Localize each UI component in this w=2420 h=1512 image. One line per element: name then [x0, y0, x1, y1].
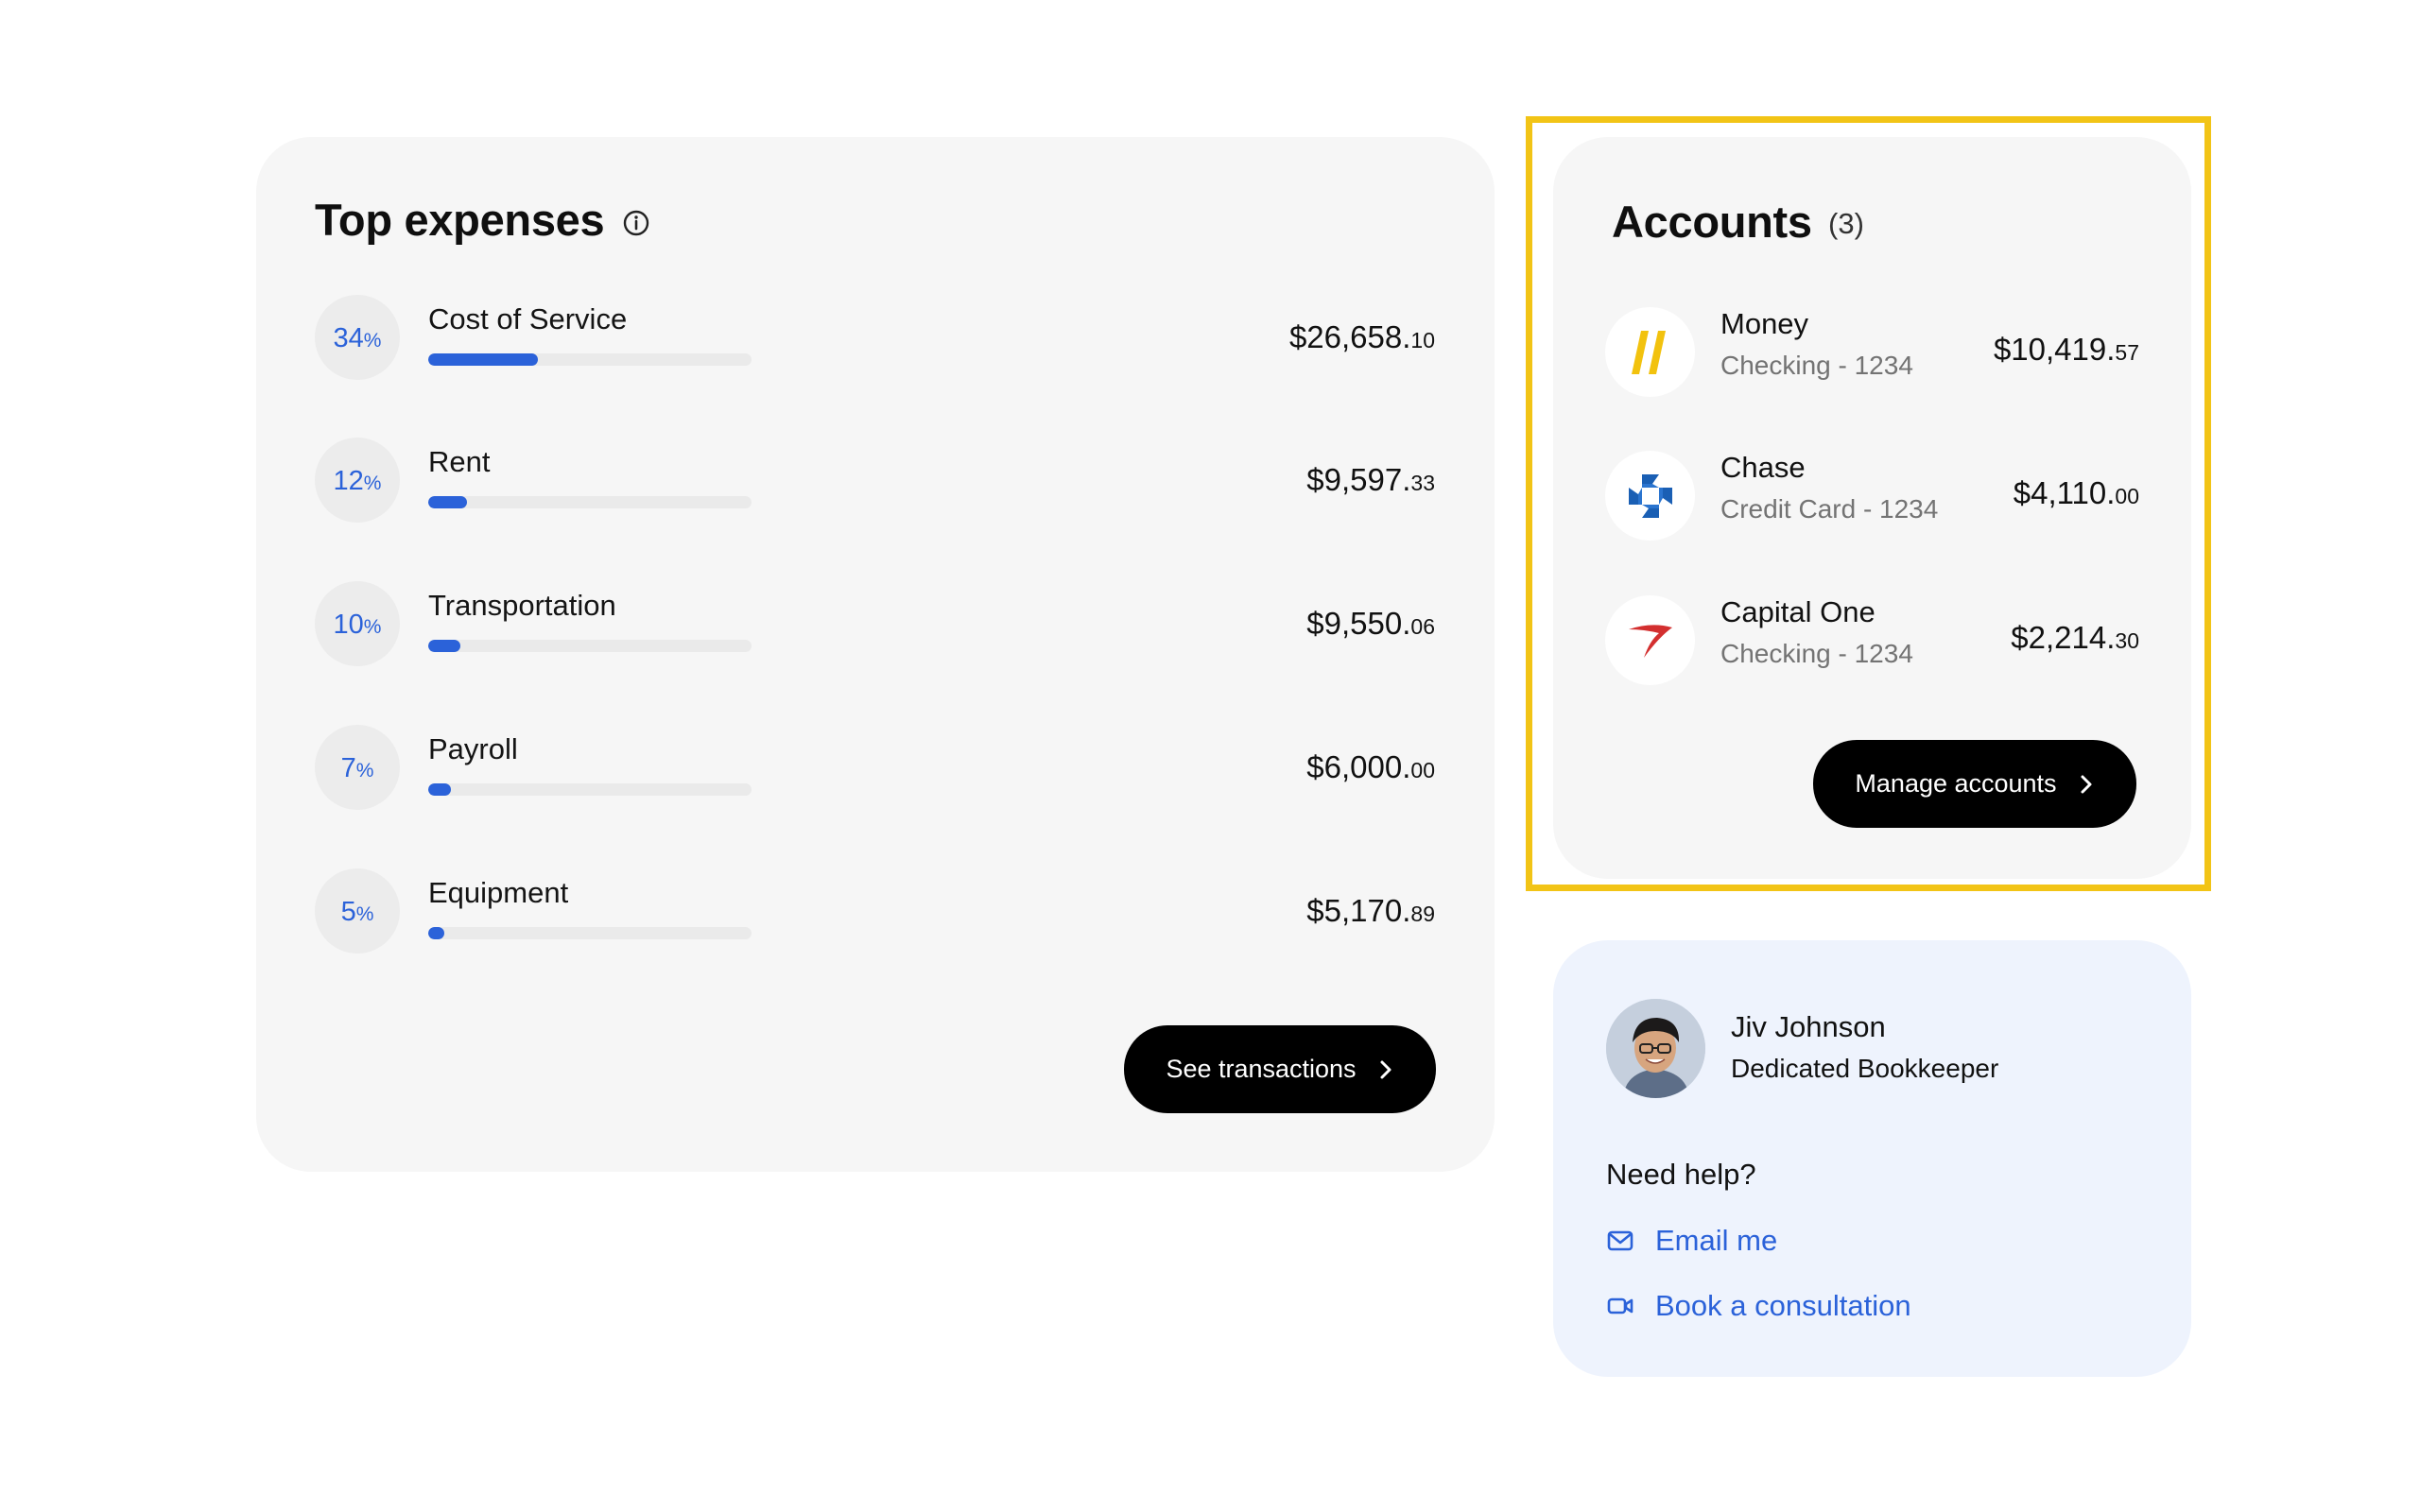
expense-progress-track	[428, 496, 752, 508]
expense-progress-track	[428, 640, 752, 652]
expense-label: Equipment	[428, 876, 569, 909]
expense-label: Transportation	[428, 589, 616, 622]
video-camera-icon	[1607, 1297, 1634, 1314]
expense-amount: $26,658.10	[1288, 319, 1435, 354]
expense-percent-badge: 34%	[315, 295, 400, 380]
expense-label: Cost of Service	[428, 302, 628, 335]
mail-icon	[1607, 1230, 1634, 1251]
expense-amount: $9,550.06	[1306, 606, 1435, 641]
expense-percent-badge: 10%	[315, 581, 400, 666]
expense-progress-fill	[428, 353, 539, 366]
expense-row-cost-of-service[interactable]: 34% Cost of Service $26,658.10	[315, 295, 1435, 389]
info-icon[interactable]	[622, 209, 650, 237]
book-consultation-label: Book a consultation	[1655, 1289, 1911, 1322]
expense-label: Rent	[428, 445, 491, 478]
bookkeeper-role: Dedicated Bookkeeper	[1731, 1054, 1999, 1083]
expense-progress-track	[428, 353, 752, 366]
expense-percent-badge: 12%	[315, 438, 400, 523]
expense-progress-fill	[428, 927, 445, 939]
need-help-heading: Need help?	[1606, 1158, 1756, 1191]
book-consultation-link[interactable]: Book a consultation	[1606, 1289, 1911, 1323]
email-me-label: Email me	[1655, 1224, 1778, 1257]
top-expenses-card: Top expenses 34% Cost of Service $26,658…	[256, 137, 1495, 1172]
expense-row-rent[interactable]: 12% Rent $9,597.33	[315, 438, 1435, 532]
expense-label: Payroll	[428, 732, 518, 765]
expense-row-transportation[interactable]: 10% Transportation $9,550.06	[315, 581, 1435, 676]
chevron-right-icon	[1380, 1060, 1392, 1078]
expense-row-equipment[interactable]: 5% Equipment $5,170.89	[315, 868, 1435, 963]
expense-percent-badge: 5%	[315, 868, 400, 954]
expense-progress-fill	[428, 496, 468, 508]
email-me-link[interactable]: Email me	[1606, 1224, 1777, 1258]
expense-amount: $6,000.00	[1306, 749, 1435, 784]
top-expenses-title: Top expenses	[315, 195, 605, 245]
expense-amount: $9,597.33	[1306, 462, 1435, 497]
expense-progress-fill	[428, 783, 451, 796]
accounts-highlight-frame	[1526, 116, 2211, 891]
expense-amount: $5,170.89	[1306, 893, 1435, 928]
bookkeeper-name: Jiv Johnson	[1731, 1010, 1886, 1043]
expense-row-payroll[interactable]: 7% Payroll $6,000.00	[315, 725, 1435, 819]
expense-progress-fill	[428, 640, 461, 652]
expense-progress-track	[428, 783, 752, 796]
bookkeeper-avatar	[1606, 999, 1705, 1098]
bookkeeper-help-card: Jiv Johnson Dedicated Bookkeeper Need he…	[1553, 940, 2191, 1377]
expense-percent-badge: 7%	[315, 725, 400, 810]
see-transactions-label: See transactions	[1166, 1055, 1357, 1083]
see-transactions-button[interactable]: See transactions	[1124, 1025, 1436, 1113]
expense-progress-track	[428, 927, 752, 939]
